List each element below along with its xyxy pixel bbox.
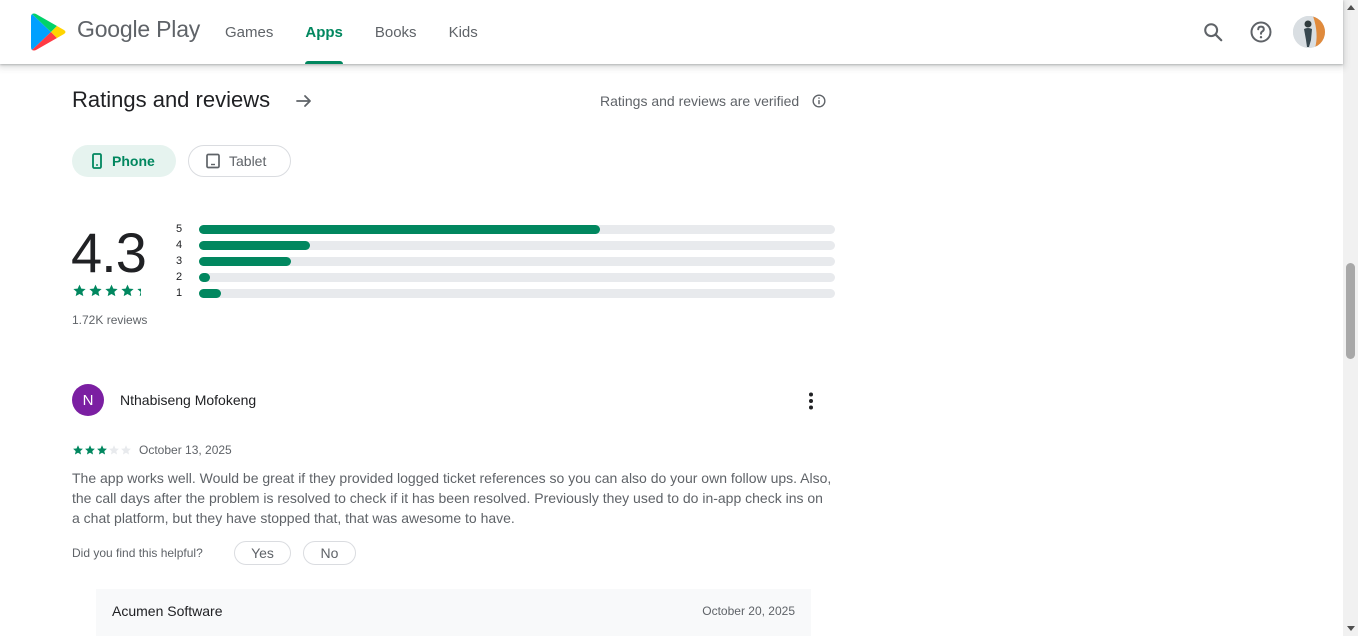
scroll-up-arrow-icon[interactable] [1347,5,1355,10]
more-vert-icon[interactable] [799,389,823,413]
rating-bar-fill [199,240,311,250]
rating-bar-label: 2 [176,271,183,283]
tablet-chip-label: Tablet [229,153,267,169]
arrow-forward-icon[interactable] [292,89,316,113]
star-icon [121,284,134,297]
scroll-down-arrow-icon[interactable] [1347,626,1355,631]
star-icon [97,445,107,455]
nav-books[interactable]: Books [359,0,433,64]
rating-bar-fill [199,224,600,234]
rating-bar-track [199,256,835,266]
rating-distribution: 5 4 3 2 1 [176,221,836,301]
helpful-yes-button[interactable]: Yes [234,541,291,565]
phone-filter-chip[interactable]: Phone [72,145,176,177]
ratings-section-title[interactable]: Ratings and reviews [72,87,270,113]
developer-reply-date: October 20, 2025 [702,604,795,618]
tablet-filter-chip[interactable]: Tablet [188,145,291,177]
star-icon [121,445,131,455]
rating-bar-row: 2 [176,269,836,285]
rating-bar-track [199,272,835,282]
rating-bar-label: 4 [176,239,183,251]
rating-bar-row: 1 [176,285,836,301]
developer-name: Acumen Software [112,603,223,619]
star-icon [89,284,102,297]
rating-bar-fill [199,288,222,298]
star-icon [109,445,119,455]
average-rating: 4.3 [71,221,147,284]
rating-bar-label: 1 [176,287,183,299]
scrollbar-thumb[interactable] [1346,263,1355,359]
profile-picture-icon [1293,16,1325,48]
brand-name[interactable]: Google Play [77,16,200,43]
review-count: 1.72K reviews [72,313,148,327]
page-scrollbar[interactable] [1343,0,1358,636]
star-icon [73,284,86,297]
help-button[interactable] [1243,14,1279,50]
reviewer-name: Nthabiseng Mofokeng [120,392,257,408]
top-app-bar: Google Play Games Apps Books Kids [0,0,1343,64]
reviewer-avatar: N [72,384,104,416]
average-stars [72,283,151,298]
verified-notice: Ratings and reviews are verified [600,93,800,109]
rating-bar-track [199,240,835,250]
phone-chip-label: Phone [112,153,155,169]
phone-icon [92,153,102,169]
rating-bar-row: 5 [176,221,836,237]
rating-bar-label: 3 [176,255,183,267]
nav-games[interactable]: Games [209,0,289,64]
star-icon [137,284,150,297]
star-icon [105,284,118,297]
rating-bar-track [199,288,835,298]
account-avatar[interactable] [1293,16,1325,48]
google-play-logo-icon[interactable] [30,13,68,51]
review-text: The app works well. Would be great if th… [72,470,832,526]
helpful-no-button[interactable]: No [303,541,356,565]
rating-bar-label: 5 [176,223,183,235]
rating-bar-fill [199,256,292,266]
rating-bar-row: 3 [176,253,836,269]
search-button[interactable] [1195,14,1231,50]
nav-apps[interactable]: Apps [289,0,359,64]
review-date: October 13, 2025 [139,443,232,457]
developer-reply: Acumen Software October 20, 2025 [96,589,811,636]
main-nav: Games Apps Books Kids [209,0,494,64]
rating-bar-row: 4 [176,237,836,253]
nav-kids[interactable]: Kids [433,0,494,64]
star-icon [73,445,83,455]
helpful-prompt: Did you find this helpful? [72,546,203,560]
info-icon[interactable] [810,92,828,110]
help-icon [1250,21,1272,43]
search-icon [1204,23,1223,42]
review-stars [72,444,132,456]
rating-bar-fill [199,272,210,282]
rating-bar-track [199,224,835,234]
tablet-icon [206,153,220,169]
star-icon [85,445,95,455]
